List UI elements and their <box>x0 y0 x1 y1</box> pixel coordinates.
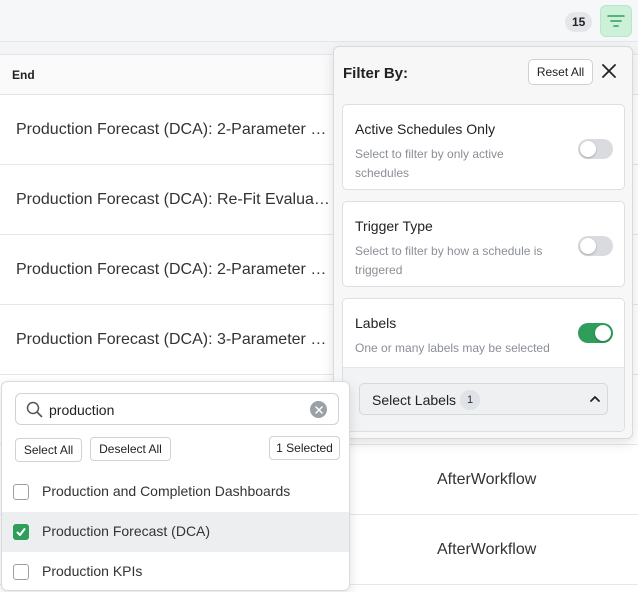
close-icon <box>602 64 616 78</box>
label-option-text: Production Forecast (DCA) <box>42 523 211 539</box>
toggle-knob <box>595 325 611 341</box>
label-search-input[interactable] <box>49 399 299 421</box>
label-option-text: Production and Completion Dashboards <box>42 483 291 499</box>
labels-description: One or many labels may be selected <box>355 341 550 355</box>
active-schedules-card: Active Schedules Only Select to filter b… <box>342 104 625 190</box>
toggle-knob <box>580 238 596 254</box>
labels-card: Labels One or many labels may be selecte… <box>342 298 625 432</box>
selected-summary: 1 Selected <box>269 436 340 460</box>
label-option[interactable]: Production Forecast (DCA) <box>2 512 349 552</box>
schedule-name: Production Forecast (DCA): 2-Parameter F… <box>16 261 332 278</box>
filter-panel-title: Filter By: <box>343 65 409 82</box>
select-labels-dropdown[interactable]: Select Labels 1 <box>359 383 608 415</box>
labels-dropdown: Select All Deselect All 1 Selected Produ… <box>1 381 350 591</box>
trigger-type-toggle[interactable] <box>578 236 613 256</box>
filter-lines-icon <box>607 15 625 27</box>
deselect-all-button[interactable]: Deselect All <box>90 437 171 461</box>
select-all-button[interactable]: Select All <box>15 438 82 462</box>
reset-all-button[interactable]: Reset All <box>528 59 593 85</box>
trigger-type-title: Trigger Type <box>355 218 433 234</box>
column-header-end[interactable]: End <box>12 68 35 82</box>
checkbox[interactable] <box>13 484 29 500</box>
schedule-trigger: AfterWorkflow <box>437 471 537 488</box>
schedule-name: Production Forecast (DCA): 2-Parameter F… <box>16 121 332 138</box>
label-option-text: Production KPIs <box>42 563 143 579</box>
clear-search-button[interactable] <box>310 401 327 418</box>
close-button[interactable] <box>598 60 620 82</box>
active-schedules-title: Active Schedules Only <box>355 121 496 137</box>
labels-title: Labels <box>355 315 397 331</box>
selected-labels-count: 1 <box>460 390 480 410</box>
schedule-count-badge: 15 <box>565 12 593 32</box>
toolbar: 15 <box>0 0 638 42</box>
clear-icon <box>314 405 323 414</box>
toggle-knob <box>580 141 596 157</box>
trigger-type-card: Trigger Type Select to filter by how a s… <box>342 201 625 287</box>
schedule-name: Production Forecast (DCA): Re-Fit Evalua… <box>16 191 332 208</box>
search-icon <box>26 401 43 418</box>
chevron-up-icon <box>590 396 600 402</box>
label-search-box[interactable] <box>15 393 339 425</box>
filter-panel: Filter By: Reset All Active Schedules On… <box>333 46 633 439</box>
checkbox[interactable] <box>13 524 29 540</box>
label-option[interactable]: Production KPIs <box>2 552 349 592</box>
trigger-type-description: Select to filter by how a schedule is tr… <box>355 244 543 277</box>
label-option[interactable]: Production and Completion Dashboards <box>2 472 349 512</box>
checkmark-icon <box>16 528 26 536</box>
filter-button[interactable] <box>600 5 632 37</box>
active-schedules-toggle[interactable] <box>578 139 613 159</box>
labels-toggle[interactable] <box>578 323 613 343</box>
active-schedules-description: Select to filter by only active schedule… <box>355 147 504 180</box>
schedule-name: Production Forecast (DCA): 3-Parameter F… <box>16 331 332 348</box>
checkbox[interactable] <box>13 564 29 580</box>
schedule-trigger: AfterWorkflow <box>437 541 537 558</box>
select-labels-text: Select Labels <box>372 392 457 408</box>
labels-select-area: Select Labels 1 <box>343 367 624 431</box>
